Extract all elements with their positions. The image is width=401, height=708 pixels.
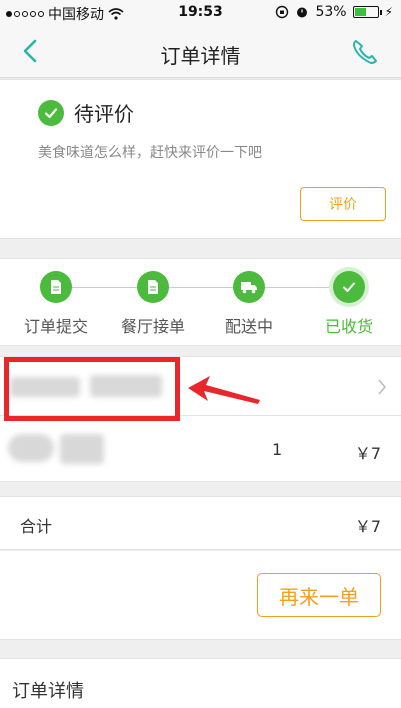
order-progress: 订单提交 餐厅接单 配送中 已收货 [0,258,401,346]
chevron-right-icon [378,379,386,395]
item-name-obscured [8,434,54,462]
annotation-highlight-box [4,357,180,421]
step-received: 已收货 [304,271,394,337]
step-label: 已收货 [324,317,373,336]
order-details-section: 订单详情 [0,658,401,708]
step-label: 配送中 [224,317,273,336]
battery-percent: 53% [315,4,347,20]
step-label: 餐厅接单 [120,317,185,336]
total-row: 合计 ￥7 [0,496,401,550]
order-status-subtitle: 美食味道怎么样，赶快来评价一下吧 [38,145,262,161]
check-circle-icon [38,99,64,126]
battery-icon [352,6,382,18]
rate-button[interactable]: 评价 [300,187,386,221]
rotation-lock-icon [276,5,289,19]
document-icon [40,271,72,303]
order-item-row: 1 ￥7 [0,416,401,482]
phone-icon[interactable] [349,36,381,68]
charging-icon: ⚡ [384,5,393,19]
step-restaurant-accepted: 餐厅接单 [108,271,198,337]
total-value: ￥7 [354,517,381,536]
reorder-button[interactable]: 再来一单 [257,573,381,617]
step-label: 订单提交 [23,317,88,336]
status-bar: 中国移动 19:53 53% ⚡ [0,0,401,26]
annotation-arrow-icon [188,376,260,404]
order-status-title: 待评价 [74,102,134,126]
truck-icon [233,271,265,303]
navigation-bar: 订单详情 [0,26,401,78]
check-icon [333,271,365,303]
item-price: ￥7 [354,444,381,463]
page-title: 订单详情 [160,44,241,68]
order-status-card: 待评价 美食味道怎么样，赶快来评价一下吧 评价 [0,79,401,239]
alarm-icon [297,7,308,18]
total-label: 合计 [20,517,53,536]
document-icon [137,271,169,303]
order-details-title: 订单详情 [12,681,84,702]
item-name-obscured [60,434,104,464]
step-delivering: 配送中 [204,271,294,337]
step-order-submitted: 订单提交 [11,271,101,337]
reorder-section: 再来一单 [0,550,401,640]
item-quantity: 1 [272,440,283,459]
